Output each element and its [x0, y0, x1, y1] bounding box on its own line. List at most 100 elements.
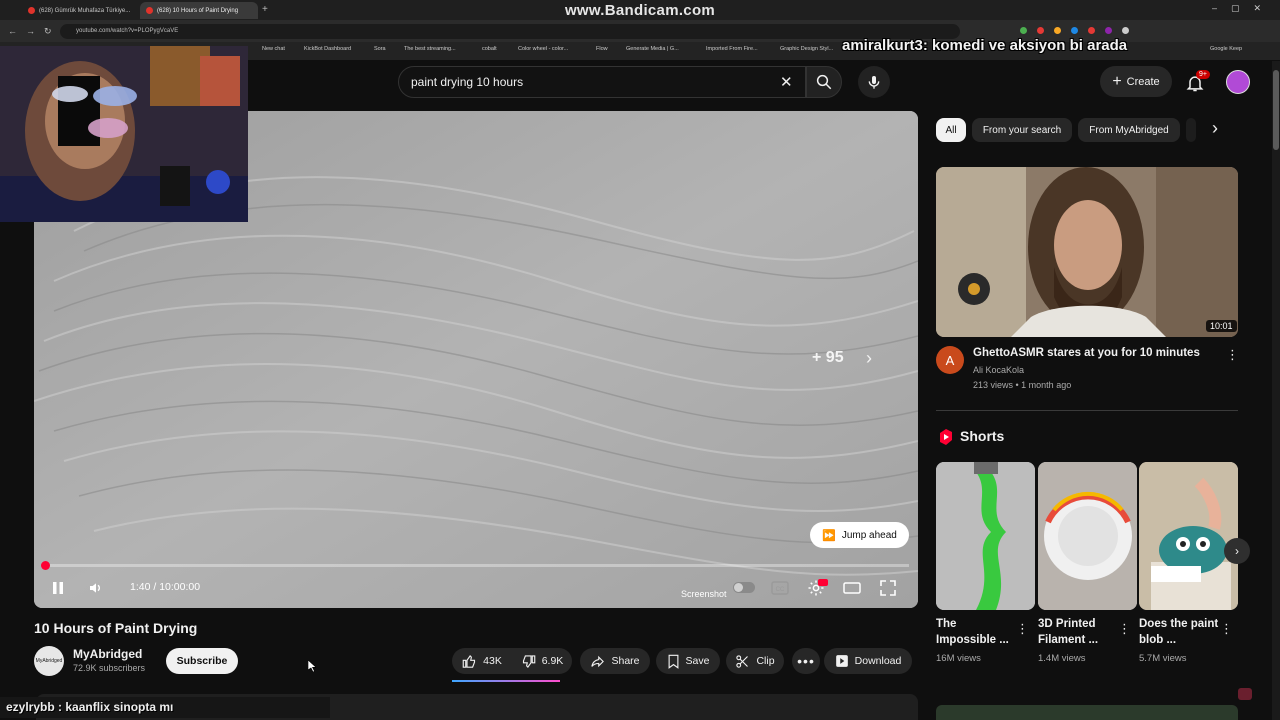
youtube-mini-icon[interactable]: [1238, 688, 1252, 700]
dislike-button[interactable]: 6.9K: [512, 648, 572, 674]
short-title[interactable]: Does the paint blob ...: [1139, 616, 1221, 648]
thumbs-down-icon: [522, 654, 535, 668]
bookmark-item[interactable]: New chat: [262, 46, 285, 52]
pause-button[interactable]: [46, 576, 70, 600]
short-title[interactable]: The Impossible ...: [936, 616, 1018, 648]
shorts-heading: Shorts: [960, 428, 1005, 444]
chip-partial[interactable]: [1186, 118, 1196, 142]
captions-button[interactable]: CC: [768, 576, 792, 600]
create-label: Create: [1126, 75, 1160, 88]
clip-label: Clip: [756, 655, 775, 667]
more-vertical-icon[interactable]: ⋮: [1118, 621, 1131, 637]
bookmark-item[interactable]: Google Keep: [1210, 46, 1242, 52]
clear-search-icon[interactable]: ✕: [780, 73, 793, 91]
mouse-cursor-icon: [307, 659, 317, 677]
bookmark-item[interactable]: Flow: [596, 46, 608, 52]
bookmark-item[interactable]: The best streaming...: [404, 46, 456, 52]
svg-text:CC: CC: [776, 587, 785, 593]
shorts-next-button[interactable]: ›: [1224, 538, 1250, 564]
more-actions-button[interactable]: •••: [792, 648, 820, 674]
short-thumbnail[interactable]: [1139, 462, 1238, 610]
channel-avatar[interactable]: A: [936, 346, 964, 374]
scrubber-handle[interactable]: [41, 561, 50, 570]
like-button[interactable]: 43K: [452, 648, 512, 674]
bookmark-item[interactable]: Generate Media | G...: [626, 46, 679, 52]
short-title[interactable]: 3D Printed Filament ...: [1038, 616, 1120, 648]
dislike-count: 6.9K: [541, 655, 564, 667]
bookmark-item[interactable]: KickBot Dashboard: [304, 46, 351, 52]
forward-icon[interactable]: →: [26, 26, 35, 36]
extension-icons[interactable]: [1020, 27, 1129, 34]
screenshot-toggle[interactable]: [733, 582, 755, 593]
create-button[interactable]: + Create: [1100, 66, 1172, 97]
short-thumbnail[interactable]: [936, 462, 1035, 610]
thumbs-up-icon: [462, 654, 476, 668]
download-button[interactable]: Download: [824, 648, 912, 674]
chip-from-channel[interactable]: From MyAbridged: [1078, 118, 1180, 142]
search-icon: [816, 74, 832, 90]
bookmark-item[interactable]: Imported From Fire...: [706, 46, 758, 52]
short-image: [1139, 462, 1238, 610]
fullscreen-icon: [880, 580, 896, 596]
theater-mode-button[interactable]: [840, 576, 864, 600]
share-icon: [591, 655, 605, 667]
avatar[interactable]: [1226, 70, 1250, 94]
progress-bar[interactable]: [45, 564, 909, 567]
scrollbar[interactable]: [1272, 61, 1280, 720]
voice-search-button[interactable]: [858, 66, 890, 98]
more-vertical-icon[interactable]: ⋮: [1226, 347, 1239, 363]
more-vertical-icon[interactable]: ⋮: [1220, 621, 1233, 637]
clip-button[interactable]: Clip: [726, 648, 784, 674]
video-title: 10 Hours of Paint Drying: [34, 620, 198, 636]
divider: [936, 410, 1238, 411]
save-button[interactable]: Save: [656, 648, 720, 674]
webcam-overlay: [0, 46, 248, 222]
subscriber-count: 72.9K subscribers: [73, 663, 146, 673]
save-label: Save: [685, 655, 710, 667]
back-icon[interactable]: ←: [8, 26, 17, 36]
short-thumbnail[interactable]: [1038, 462, 1137, 610]
skip-count: + 95: [812, 349, 844, 366]
chips-next-icon[interactable]: ›: [1212, 118, 1218, 139]
chip-all[interactable]: All: [936, 118, 966, 142]
bookmark-item[interactable]: Color wheel - color...: [518, 46, 568, 52]
more-horizontal-icon: •••: [797, 653, 815, 669]
notification-badge: 9+: [1196, 70, 1210, 79]
recommended-channel[interactable]: Ali KocaKola: [973, 365, 1024, 375]
recommended-thumbnail[interactable]: [936, 167, 1238, 337]
bookmark-item[interactable]: Sora: [374, 46, 386, 52]
streamer-webcam-image: [0, 46, 248, 222]
hd-badge: [818, 579, 828, 586]
search-button[interactable]: [806, 66, 842, 98]
thumbnail-image: [936, 167, 1238, 337]
subscribe-button[interactable]: Subscribe: [166, 648, 238, 674]
volume-button[interactable]: [84, 576, 108, 600]
fullscreen-button[interactable]: [876, 576, 900, 600]
screenshot-label: Screenshot: [681, 589, 727, 599]
search-input[interactable]: paint drying 10 hours: [398, 66, 806, 98]
volume-icon: [90, 583, 100, 593]
chevron-right-icon: ›: [1235, 544, 1239, 558]
short-image: [936, 462, 1035, 610]
microphone-icon: [868, 76, 880, 89]
chip-from-your-search[interactable]: From your search: [972, 118, 1072, 142]
channel-name[interactable]: MyAbridged: [73, 647, 142, 661]
jump-ahead-button[interactable]: ⏩ Jump ahead: [810, 522, 909, 548]
reload-icon[interactable]: ↻: [44, 26, 52, 37]
share-label: Share: [611, 655, 640, 667]
scrollbar-thumb[interactable]: [1273, 70, 1279, 150]
channel-avatar-text: MyAbridged: [35, 658, 63, 664]
channel-avatar[interactable]: MyAbridged: [34, 646, 64, 676]
share-button[interactable]: Share: [580, 648, 650, 674]
recommended-thumbnail[interactable]: [936, 705, 1238, 720]
shorts-logo-icon: [938, 428, 954, 451]
bookmark-item[interactable]: cobalt: [482, 46, 497, 52]
bookmark-item[interactable]: Graphic Design Styl...: [780, 46, 833, 52]
pause-icon: [53, 582, 63, 594]
short-views: 5.7M views: [1139, 653, 1187, 664]
recommended-title[interactable]: GhettoASMR stares at you for 10 minutes: [973, 347, 1200, 359]
chevron-right-icon[interactable]: ›: [866, 348, 872, 369]
time-display: 1:40 / 10:00:00: [130, 581, 201, 593]
url-field[interactable]: youtube.com/watch?v=PLOPygVcaVE: [60, 24, 960, 39]
more-vertical-icon[interactable]: ⋮: [1016, 621, 1029, 637]
